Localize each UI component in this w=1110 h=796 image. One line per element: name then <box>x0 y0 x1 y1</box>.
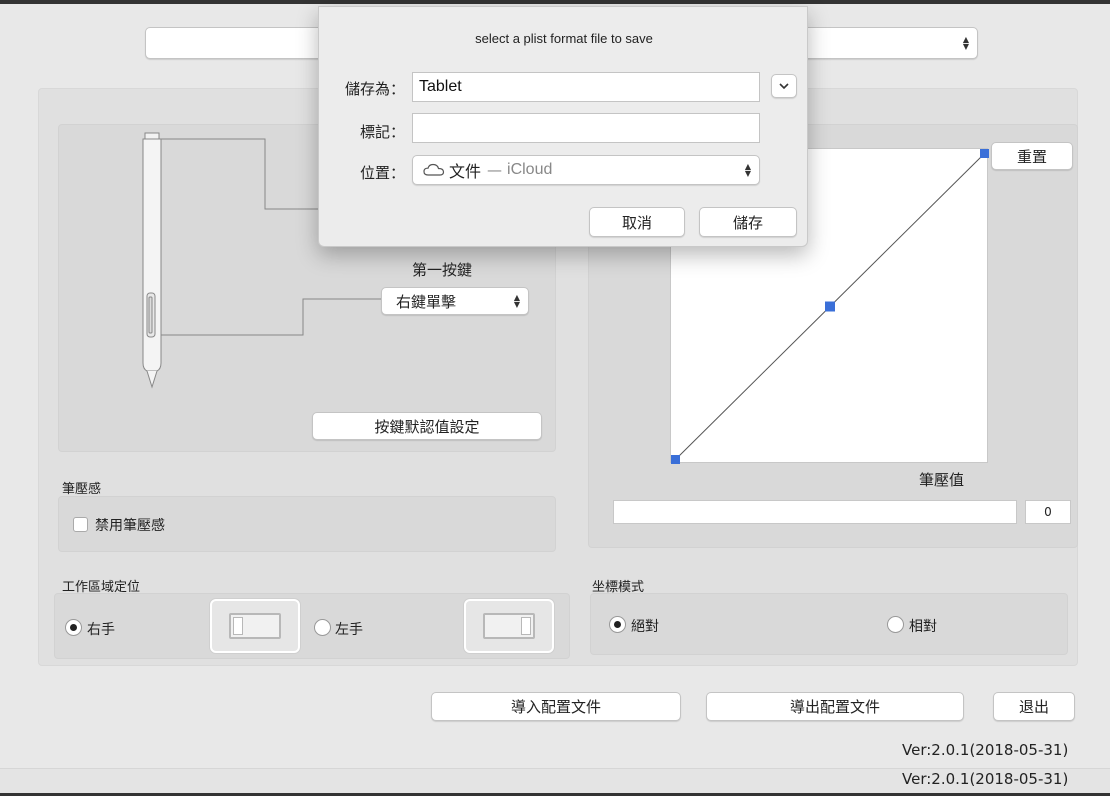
window-top-border <box>0 0 1110 4</box>
disable-pressure-label: 禁用筆壓感 <box>95 518 165 534</box>
tags-label: 標記： <box>359 123 405 141</box>
tablet-bar <box>521 617 531 635</box>
right-hand-thumbnail[interactable] <box>210 599 300 653</box>
quit-button[interactable]: 退出 <box>993 692 1075 721</box>
location-label: 位置： <box>359 164 405 182</box>
left-hand-thumbnail[interactable] <box>464 599 554 653</box>
cancel-button[interactable]: 取消 <box>589 207 685 237</box>
tablet-graphic <box>483 613 535 639</box>
expand-dialog-button[interactable] <box>771 74 797 98</box>
relative-radio[interactable] <box>887 616 904 633</box>
absolute-radio[interactable] <box>609 616 626 633</box>
default-key-settings-button[interactable]: 按鍵默認值設定 <box>312 412 542 440</box>
pen-pressure-section-label: 筆壓感 <box>62 482 102 497</box>
reset-button[interactable]: 重置 <box>991 142 1073 170</box>
tags-field[interactable] <box>412 113 760 143</box>
import-config-button[interactable]: 導入配置文件 <box>431 692 681 721</box>
work-area-group: 右手 左手 <box>54 593 570 659</box>
relative-label: 相對 <box>909 619 937 635</box>
first-button-select[interactable]: 右鍵單擊 ▲ ▼ <box>381 287 529 315</box>
pressure-value-label: 筆壓值 <box>919 471 965 489</box>
up-down-arrows-icon: ▲ ▼ <box>962 35 969 51</box>
save-dialog-title: select a plist format file to save <box>475 31 653 46</box>
disable-pressure-checkbox[interactable] <box>73 517 88 532</box>
export-config-button[interactable]: 導出配置文件 <box>706 692 964 721</box>
save-button[interactable]: 儲存 <box>699 207 797 237</box>
save-dialog: select a plist format file to save 儲存為： … <box>318 6 808 247</box>
location-separator: — <box>487 161 503 179</box>
location-select[interactable]: 文件 — iCloud ▲ ▼ <box>412 155 760 185</box>
right-hand-label: 右手 <box>87 622 115 638</box>
save-as-label: 儲存為： <box>344 80 405 98</box>
chevron-down-icon <box>779 82 789 89</box>
pen-pressure-group: 禁用筆壓感 <box>58 496 556 552</box>
version-text: Ver:2.0.1(2018-05-31) <box>902 741 1069 759</box>
save-as-field[interactable]: Tablet <box>412 72 760 102</box>
right-hand-radio[interactable] <box>65 619 82 636</box>
tablet-bar <box>233 617 243 635</box>
first-button-label: 第一按鍵 <box>412 261 473 279</box>
save-as-value: Tablet <box>419 78 462 95</box>
version-text-secondary: Ver:2.0.1(2018-05-31) <box>902 770 1069 788</box>
first-button-select-value: 右鍵單擊 <box>396 292 457 311</box>
up-down-arrows-icon: ▲ ▼ <box>744 162 751 178</box>
location-service: iCloud <box>507 161 553 178</box>
tablet-graphic <box>229 613 281 639</box>
curve-control-point[interactable] <box>825 301 835 312</box>
curve-control-point[interactable] <box>671 455 680 464</box>
left-hand-label: 左手 <box>335 622 363 638</box>
coordinate-mode-group: 絕對 相對 <box>590 593 1068 655</box>
left-hand-radio[interactable] <box>314 619 331 636</box>
cloud-icon <box>423 163 445 176</box>
curve-control-point[interactable] <box>980 149 989 158</box>
location-folder: 文件 <box>449 162 482 181</box>
pressure-value-bar <box>613 500 1017 524</box>
absolute-label: 絕對 <box>631 619 659 635</box>
pressure-value-field: 0 <box>1025 500 1071 524</box>
up-down-arrows-icon: ▲ ▼ <box>513 293 520 309</box>
